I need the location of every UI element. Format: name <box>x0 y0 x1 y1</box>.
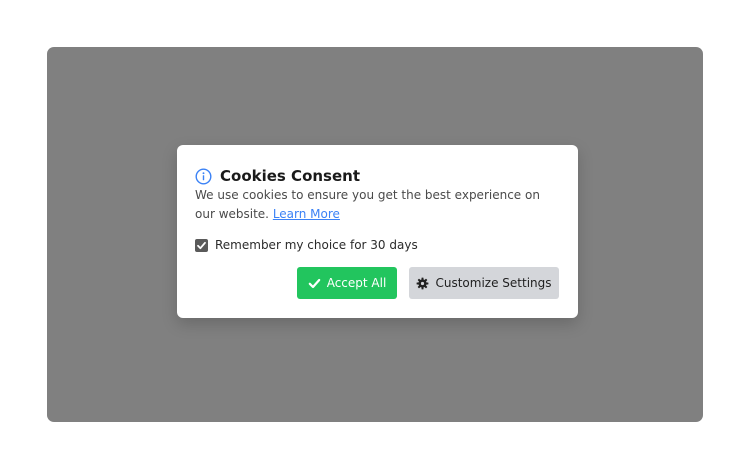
accept-all-button[interactable]: Accept All <box>297 267 397 299</box>
dialog-header: Cookies Consent <box>195 166 360 186</box>
dialog-description: We use cookies to ensure you get the bes… <box>195 186 560 224</box>
customize-settings-button[interactable]: Customize Settings <box>409 267 559 299</box>
check-icon <box>197 241 206 249</box>
dialog-title: Cookies Consent <box>220 167 361 185</box>
remember-choice-row[interactable]: Remember my choice for 30 days <box>195 237 418 253</box>
learn-more-link[interactable]: Learn More <box>273 207 340 221</box>
cookie-consent-dialog: Cookies Consent We use cookies to ensure… <box>177 145 578 318</box>
check-icon <box>308 277 321 290</box>
info-icon <box>195 167 212 185</box>
gear-icon <box>416 277 429 290</box>
description-text: We use cookies to ensure you get the bes… <box>195 188 540 221</box>
remember-choice-label: Remember my choice for 30 days <box>215 238 418 252</box>
accept-all-label: Accept All <box>326 276 387 290</box>
customize-settings-label: Customize Settings <box>435 276 552 290</box>
remember-checkbox[interactable] <box>195 238 208 252</box>
